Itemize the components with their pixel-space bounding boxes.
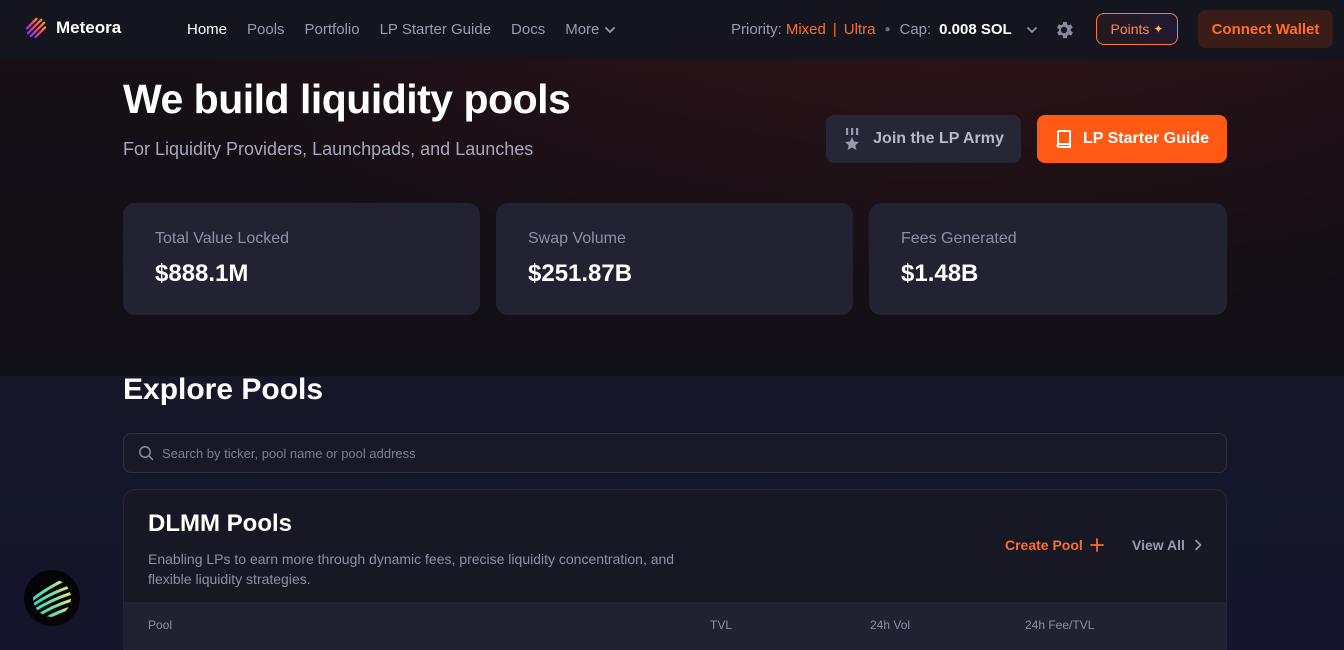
dlmm-pools-title: DLMM Pools (148, 510, 292, 537)
nav-lp-starter-guide[interactable]: LP Starter Guide (380, 21, 491, 38)
explore-pools-title: Explore Pools (123, 373, 324, 406)
create-pool-button[interactable]: Create Pool (1005, 537, 1104, 553)
cap-label: Cap: (899, 21, 932, 38)
create-pool-label: Create Pool (1005, 537, 1083, 553)
hero-subtitle: For Liquidity Providers, Launchpads, and… (123, 139, 534, 159)
view-all-label: View All (1132, 537, 1185, 553)
medal-icon (845, 128, 860, 150)
meteora-logo-icon (25, 17, 47, 39)
points-label: Points (1110, 21, 1150, 37)
priority-mode-mixed: Mixed (785, 21, 826, 38)
stat-label: Swap Volume (528, 230, 626, 247)
stat-card-fees: Fees Generated $1.48B (869, 203, 1227, 315)
chevron-down-icon (605, 26, 616, 33)
brand-logo[interactable]: Meteora (24, 16, 121, 39)
assistant-chat-button[interactable] (24, 570, 80, 626)
pools-table-header: Pool TVL 24h Vol 24h Fee/TVL (124, 602, 1226, 650)
column-header-tvl[interactable]: TVL (710, 618, 732, 632)
stat-card-tvl: Total Value Locked $888.1M (123, 203, 480, 315)
top-navbar: Meteora Home Pools Portfolio LP Starter … (0, 0, 1344, 60)
pool-search-box (123, 433, 1227, 473)
column-header-24h-fee-tvl[interactable]: 24h Fee/TVL (1025, 618, 1094, 632)
cap-value: 0.008 SOL (939, 21, 1012, 38)
stat-label: Total Value Locked (155, 230, 290, 247)
search-icon (139, 446, 154, 461)
sparkle-icon: ✦ (1153, 22, 1164, 36)
dot-separator: ● (884, 24, 891, 35)
lp-starter-guide-button[interactable]: LP Starter Guide (1037, 115, 1227, 163)
column-header-pool[interactable]: Pool (148, 618, 172, 632)
nav-more-menu[interactable]: More (565, 21, 616, 38)
stat-value: $1.48B (901, 260, 979, 287)
stat-label: Fees Generated (901, 230, 1017, 247)
stat-value: $888.1M (155, 260, 249, 287)
view-all-button[interactable]: View All (1132, 537, 1203, 553)
priority-fee-selector[interactable]: Priority: Mixed | Ultra ● Cap: 0.008 SOL (731, 21, 1038, 38)
brand-name: Meteora (56, 17, 122, 37)
book-icon (1056, 130, 1072, 148)
stat-card-swap-volume: Swap Volume $251.87B (496, 203, 853, 315)
plus-icon (1089, 538, 1104, 552)
chevron-down-icon (1026, 26, 1037, 33)
stat-value: $251.87B (528, 260, 633, 287)
nav-docs[interactable]: Docs (511, 21, 545, 38)
dlmm-pools-card: DLMM Pools Enabling LPs to earn more thr… (123, 489, 1227, 650)
assistant-orb-icon (33, 579, 71, 617)
connect-wallet-button[interactable]: Connect Wallet (1198, 10, 1333, 48)
pool-search-input[interactable] (162, 445, 1202, 461)
priority-label: Priority: (731, 21, 782, 38)
nav-portfolio[interactable]: Portfolio (305, 21, 360, 38)
join-lp-army-label: Join the LP Army (873, 130, 1004, 147)
hero-title: We build liquidity pools (123, 76, 571, 122)
dlmm-pools-description: Enabling LPs to earn more through dynami… (148, 551, 675, 587)
nav-more-label: More (565, 21, 600, 38)
main-nav: Home Pools Portfolio LP Starter Guide Do… (187, 21, 616, 38)
priority-separator: | (832, 21, 837, 38)
gear-icon[interactable] (1053, 19, 1075, 41)
nav-pools[interactable]: Pools (247, 21, 285, 38)
column-header-24h-vol[interactable]: 24h Vol (870, 618, 910, 632)
lp-starter-guide-label: LP Starter Guide (1083, 130, 1209, 147)
nav-home[interactable]: Home (187, 21, 227, 38)
join-lp-army-button[interactable]: Join the LP Army (826, 115, 1021, 163)
chevron-right-icon (1195, 539, 1202, 551)
points-button[interactable]: Points ✦ (1096, 13, 1178, 45)
priority-mode-ultra: Ultra (843, 21, 876, 38)
